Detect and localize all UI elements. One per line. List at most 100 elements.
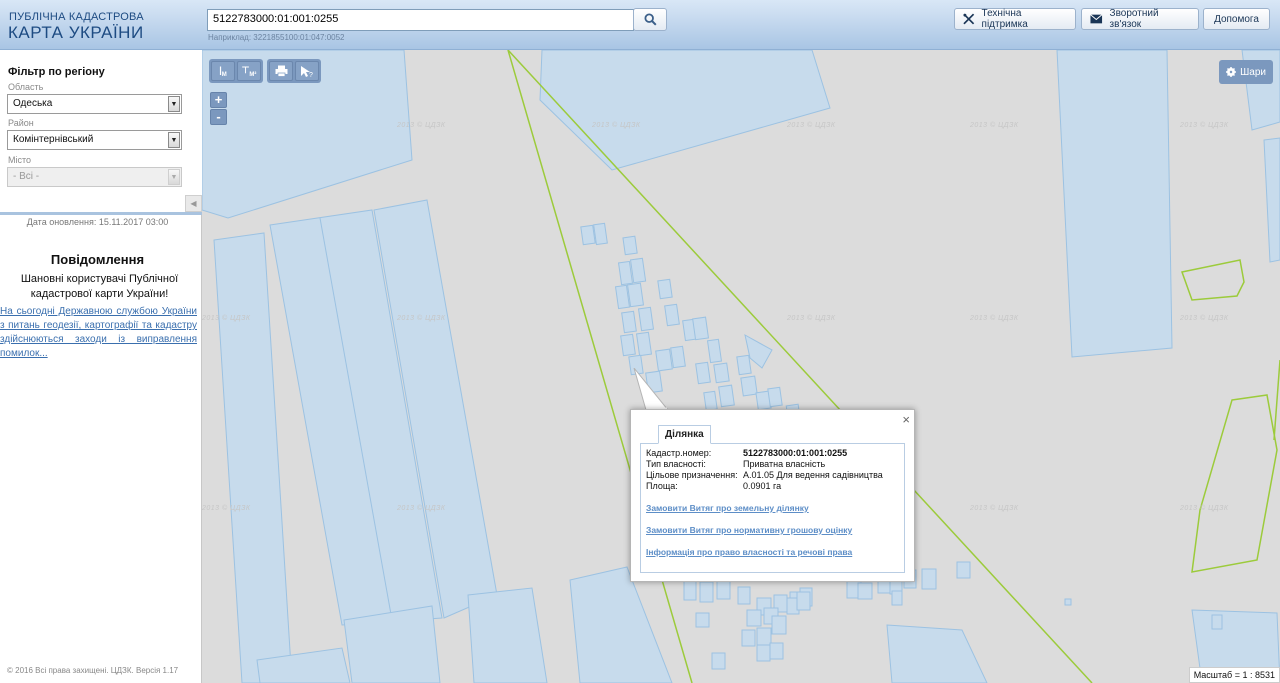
watermark: 2013 © ЦДЗК <box>1180 122 1229 129</box>
watermark: 2013 © ЦДЗК <box>397 122 446 129</box>
info-key: Кадастр.номер: <box>646 448 712 458</box>
ownership-info-link[interactable]: Інформація про право власності та речові… <box>646 547 852 557</box>
city-select[interactable]: - Всі - ▼ <box>7 167 182 187</box>
support-label: Технічна підтримка <box>981 8 1028 30</box>
watermark: 2013 © ЦДЗК <box>970 505 1019 512</box>
info-value: А.01.05 Для ведення садівництва <box>743 470 883 480</box>
layers-button[interactable]: Шари <box>1219 60 1273 84</box>
order-extract-link[interactable]: Замовити Витяг про земельну ділянку <box>646 503 809 513</box>
chevron-down-icon: ▼ <box>168 169 180 185</box>
notice-text: Шановні користувачі Публічної кадастрово… <box>20 273 179 300</box>
parcel <box>467 587 548 683</box>
info-row-ownership: Тип власності: Приватна власність <box>646 459 825 469</box>
collapse-sidebar-button[interactable]: ◀ <box>185 195 202 212</box>
boundary-line <box>1181 259 1245 301</box>
parcel <box>343 605 441 683</box>
info-key: Площа: <box>646 481 678 491</box>
parcel <box>213 232 293 683</box>
parcel <box>539 50 831 171</box>
search-input[interactable]: 5122783000:01:001:0255 <box>207 9 634 31</box>
scale-indicator: Масштаб = 1 : 8531 <box>1188 667 1280 683</box>
info-row-area: Площа: 0.0901 га <box>646 481 781 491</box>
city-value: - Всі - <box>13 171 40 182</box>
close-icon[interactable]: × <box>902 412 910 427</box>
region-label: Область <box>8 82 44 92</box>
parcel <box>886 624 988 683</box>
help-label: Допомога <box>1214 13 1259 25</box>
support-button[interactable]: Технічна підтримка <box>954 8 1076 30</box>
district-label: Район <box>8 118 34 128</box>
district-value: Комінтернівський <box>13 134 94 145</box>
cadastral-number: 5122783000:01:001:0255 <box>743 448 848 458</box>
header: ПУБЛІЧНА КАДАСТРОВА КАРТА УКРАЇНИ 512278… <box>0 0 1280 50</box>
map-layer[interactable] <box>202 50 1280 683</box>
zoom-in-button[interactable]: + <box>210 92 227 108</box>
watermark: 2013 © ЦДЗК <box>202 315 251 322</box>
region-select[interactable]: Одеська ▼ <box>7 94 182 114</box>
parcel <box>1263 137 1280 263</box>
feedback-button[interactable]: Зворотний зв'язок <box>1081 8 1199 30</box>
watermark: 2013 © ЦДЗК <box>202 505 251 512</box>
order-valuation-link[interactable]: Замовити Витяг про нормативну грошову оц… <box>646 525 852 535</box>
district-select[interactable]: Комінтернівський ▼ <box>7 130 182 150</box>
watermark: 2013 © ЦДЗК <box>397 315 446 322</box>
search-button[interactable] <box>633 8 667 31</box>
envelope-icon <box>1090 14 1103 24</box>
region-value: Одеська <box>13 98 53 109</box>
layers-label: Шари <box>1240 66 1266 78</box>
chevron-down-icon[interactable]: ▼ <box>168 96 180 112</box>
action-toolbar: ? <box>267 59 321 83</box>
update-date: Дата оновлення: 15.11.2017 03:00 <box>26 217 169 227</box>
help-button[interactable]: Допомога <box>1203 8 1270 30</box>
watermark: 2013 © ЦДЗК <box>1180 505 1229 512</box>
watermark: 2013 © ЦДЗК <box>1180 315 1229 322</box>
printer-icon <box>275 65 287 77</box>
map-canvas[interactable]: 2013 © ЦДЗК 2013 © ЦДЗК 2013 © ЦДЗК 2013… <box>202 50 1280 683</box>
gear-icon <box>1226 67 1237 77</box>
pointer-question-icon: ? <box>301 65 313 78</box>
measure-area-button[interactable]: ⊤M² <box>237 61 261 81</box>
watermark: 2013 © ЦДЗК <box>397 505 446 512</box>
info-key: Цільове призначення: <box>646 470 738 480</box>
parcel <box>1056 50 1173 358</box>
measure-toolbar: |M ⊤M² <box>209 59 263 83</box>
boundary-line <box>1191 394 1278 573</box>
info-value: 0.0901 га <box>743 481 782 491</box>
region-filter-panel: Фільтр по регіону Область Одеська ▼ Райо… <box>0 50 202 215</box>
tab-parcel[interactable]: Ділянка <box>658 425 711 444</box>
logo-line-2[interactable]: КАРТА УКРАЇНИ <box>8 23 144 43</box>
info-value: Приватна власність <box>743 459 826 469</box>
parcel <box>569 566 673 683</box>
info-row-purpose: Цільове призначення: А.01.05 Для ведення … <box>646 470 883 480</box>
boundary-line <box>1273 359 1280 441</box>
chevron-down-icon[interactable]: ▼ <box>168 132 180 148</box>
watermark: 2013 © ЦДЗК <box>592 122 641 129</box>
info-row-cadastral: Кадастр.номер: 5122783000:01:001:0255 <box>646 448 847 458</box>
logo-line-1: ПУБЛІЧНА КАДАСТРОВА <box>9 11 144 23</box>
measure-distance-button[interactable]: |M <box>211 61 235 81</box>
parcel-info-panel: Кадастр.номер: 5122783000:01:001:0255 Тип… <box>640 443 905 573</box>
watermark: 2013 © ЦДЗК <box>970 122 1019 129</box>
watermark: 2013 © ЦДЗК <box>970 315 1019 322</box>
zoom-out-button[interactable]: - <box>210 109 227 125</box>
notice-title: Повідомлення <box>50 252 145 267</box>
area-ruler-icon: ⊤M² <box>241 64 257 78</box>
copyright: © 2016 Всі права захищені. ЦДЗК. Версія … <box>7 666 179 675</box>
feedback-label: Зворотний зв'язок <box>1109 8 1159 30</box>
search-hint: Наприклад: 3221855100:01:047:0052 <box>208 33 345 42</box>
sidebar: Фільтр по регіону Область Одеська ▼ Райо… <box>0 50 202 683</box>
print-button[interactable] <box>269 61 293 81</box>
identify-button[interactable]: ? <box>295 61 319 81</box>
filter-title: Фільтр по регіону <box>8 66 105 78</box>
city-label: Місто <box>8 155 32 165</box>
chevron-left-icon: ◀ <box>190 199 197 208</box>
svg-text:?: ? <box>309 72 313 78</box>
watermark: 2013 © ЦДЗК <box>787 315 836 322</box>
watermark: 2013 © ЦДЗК <box>787 122 836 129</box>
info-key: Тип власності: <box>646 459 706 469</box>
search-icon <box>643 13 657 26</box>
ruler-icon: |M <box>219 64 227 78</box>
tools-icon <box>963 13 975 25</box>
parcel-popup: × Ділянка Кадастр.номер: 5122783000:01:00… <box>630 409 915 582</box>
notice-link[interactable]: На сьогодні Державною службою України з … <box>0 305 197 361</box>
